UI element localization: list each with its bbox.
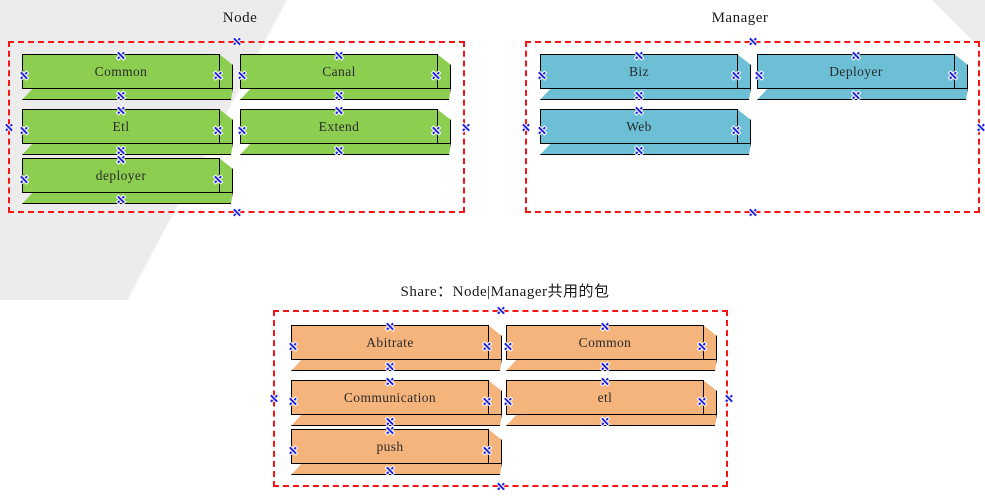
package-node-common[interactable]: Common	[22, 54, 233, 100]
package-front-face: Common	[22, 54, 220, 89]
package-label: Abitrate	[366, 334, 414, 350]
package-side-face	[437, 109, 451, 144]
package-node-canal[interactable]: Canal	[240, 54, 451, 100]
package-label: Etl	[112, 118, 130, 134]
package-label: Canal	[322, 63, 356, 79]
package-side-face	[437, 54, 451, 89]
package-front-face: Abitrate	[291, 325, 489, 360]
package-front-face: Deployer	[757, 54, 955, 89]
package-side-face	[737, 54, 751, 89]
package-node-extend[interactable]: Extend	[240, 109, 451, 155]
package-label: Web	[626, 118, 652, 134]
package-share-common[interactable]: Common	[506, 325, 717, 371]
diagram-canvas: Node Common Canal Etl Extend deployer Ma…	[0, 0, 985, 503]
group-title-share: Share：Node|Manager共用的包	[400, 284, 610, 300]
package-front-face: Communication	[291, 380, 489, 415]
package-label: etl	[597, 389, 613, 405]
package-label: Deployer	[829, 63, 883, 79]
package-side-face	[737, 109, 751, 144]
package-share-etl[interactable]: etl	[506, 380, 717, 426]
package-front-face: Biz	[540, 54, 738, 89]
package-side-face	[488, 380, 502, 415]
package-side-face	[219, 158, 233, 193]
package-label: Extend	[318, 118, 360, 134]
package-front-face: Extend	[240, 109, 438, 144]
package-front-face: deployer	[22, 158, 220, 193]
package-front-face: etl	[506, 380, 704, 415]
package-label: push	[376, 438, 404, 454]
package-side-face	[488, 429, 502, 464]
package-label: Common	[94, 63, 148, 79]
package-front-face: Web	[540, 109, 738, 144]
group-title-manager: Manager	[711, 10, 769, 26]
package-side-face	[703, 380, 717, 415]
package-front-face: push	[291, 429, 489, 464]
package-front-face: Common	[506, 325, 704, 360]
package-side-face	[219, 109, 233, 144]
package-manager-biz[interactable]: Biz	[540, 54, 751, 100]
group-title-node: Node	[222, 10, 258, 26]
package-side-face	[703, 325, 717, 360]
package-label: Communication	[343, 389, 437, 405]
package-manager-web[interactable]: Web	[540, 109, 751, 155]
package-side-face	[219, 54, 233, 89]
package-share-communication[interactable]: Communication	[291, 380, 502, 426]
package-front-face: Canal	[240, 54, 438, 89]
package-label: Biz	[629, 63, 649, 79]
package-node-deployer[interactable]: deployer	[22, 158, 233, 204]
package-side-face	[954, 54, 968, 89]
package-side-face	[488, 325, 502, 360]
package-manager-deployer[interactable]: Deployer	[757, 54, 968, 100]
package-label: Common	[578, 334, 632, 350]
package-share-push[interactable]: push	[291, 429, 502, 475]
package-front-face: Etl	[22, 109, 220, 144]
package-node-etl[interactable]: Etl	[22, 109, 233, 155]
package-share-abitrate[interactable]: Abitrate	[291, 325, 502, 371]
package-label: deployer	[95, 167, 147, 183]
